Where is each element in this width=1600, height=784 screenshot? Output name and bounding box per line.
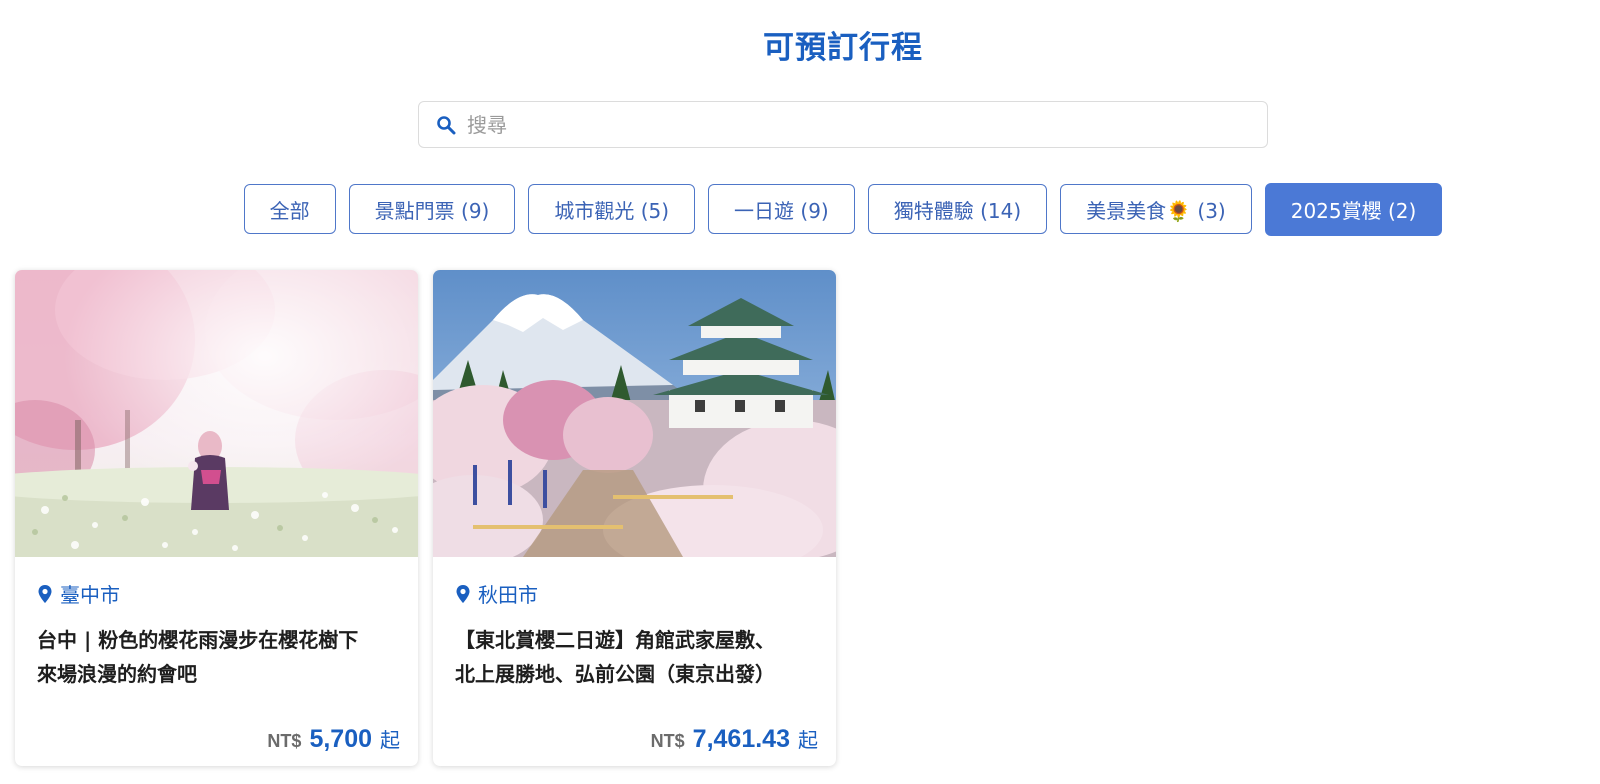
tour-price: NT$ 5,700 起 [267,724,400,754]
filter-unique-experiences-button[interactable]: 獨特體驗 (14) [867,184,1048,234]
tour-title-line: 來場浪漫的約會吧 [37,662,197,686]
tour-location-label: 臺中市 [60,583,120,607]
search-input[interactable] [467,104,1227,145]
filter-scenery-food-button[interactable]: 美景美食🌻 (3) [1060,184,1252,234]
page: 可預訂行程 全部 景點門票 (9) 城市觀光 (5) 一日遊 (9) 獨特體驗 … [0,0,1600,784]
map-pin-icon [37,584,53,604]
tour-photo [433,270,836,557]
tour-card[interactable]: 秋田市 【東北賞櫻二日遊】角館武家屋敷、 北上展勝地、弘前公園（東京出發） NT… [433,270,836,766]
tour-price: NT$ 7,461.43 起 [651,724,818,754]
price-currency: NT$ [267,731,302,751]
price-value: 7,461.43 [692,725,790,753]
filter-all-button[interactable]: 全部 [243,184,336,234]
page-title: 可預訂行程 [763,30,923,65]
tour-card-body: 秋田市 【東北賞櫻二日遊】角館武家屋敷、 北上展勝地、弘前公園（東京出發） NT… [433,557,836,766]
tour-location: 秋田市 [455,579,814,608]
tour-title-line: 北上展勝地、弘前公園（東京出發） [455,662,775,686]
tour-card-list: 臺中市 台中 | 粉色的櫻花雨漫步在櫻花樹下 來場浪漫的約會吧 NT$ 5,70… [15,270,836,766]
price-suffix: 起 [798,728,818,752]
filter-cherry-blossom-2025-button[interactable]: 2025賞櫻 (2) [1264,183,1443,236]
price-suffix: 起 [380,728,400,752]
tour-card[interactable]: 臺中市 台中 | 粉色的櫻花雨漫步在櫻花樹下 來場浪漫的約會吧 NT$ 5,70… [15,270,418,766]
tour-title-line: 台中 | 粉色的櫻花雨漫步在櫻花樹下 [37,628,359,652]
category-filter-bar: 全部 景點門票 (9) 城市觀光 (5) 一日遊 (9) 獨特體驗 (14) 美… [0,183,1600,236]
price-value: 5,700 [309,725,372,753]
search-icon [436,115,456,135]
tour-location-label: 秋田市 [478,583,538,607]
tour-location: 臺中市 [37,579,396,608]
tour-title-line: 【東北賞櫻二日遊】角館武家屋敷、 [455,628,775,652]
search-bar[interactable] [418,101,1268,148]
filter-city-tours-button[interactable]: 城市觀光 (5) [528,184,696,234]
tour-title[interactable]: 【東北賞櫻二日遊】角館武家屋敷、 北上展勝地、弘前公園（東京出發） [455,623,814,691]
map-pin-icon [455,584,471,604]
filter-day-trips-button[interactable]: 一日遊 (9) [708,184,855,234]
tour-card-body: 臺中市 台中 | 粉色的櫻花雨漫步在櫻花樹下 來場浪漫的約會吧 NT$ 5,70… [15,557,418,766]
tour-photo [15,270,418,557]
filter-attraction-tickets-button[interactable]: 景點門票 (9) [348,184,516,234]
price-currency: NT$ [650,731,685,751]
tour-title[interactable]: 台中 | 粉色的櫻花雨漫步在櫻花樹下 來場浪漫的約會吧 [37,623,396,691]
